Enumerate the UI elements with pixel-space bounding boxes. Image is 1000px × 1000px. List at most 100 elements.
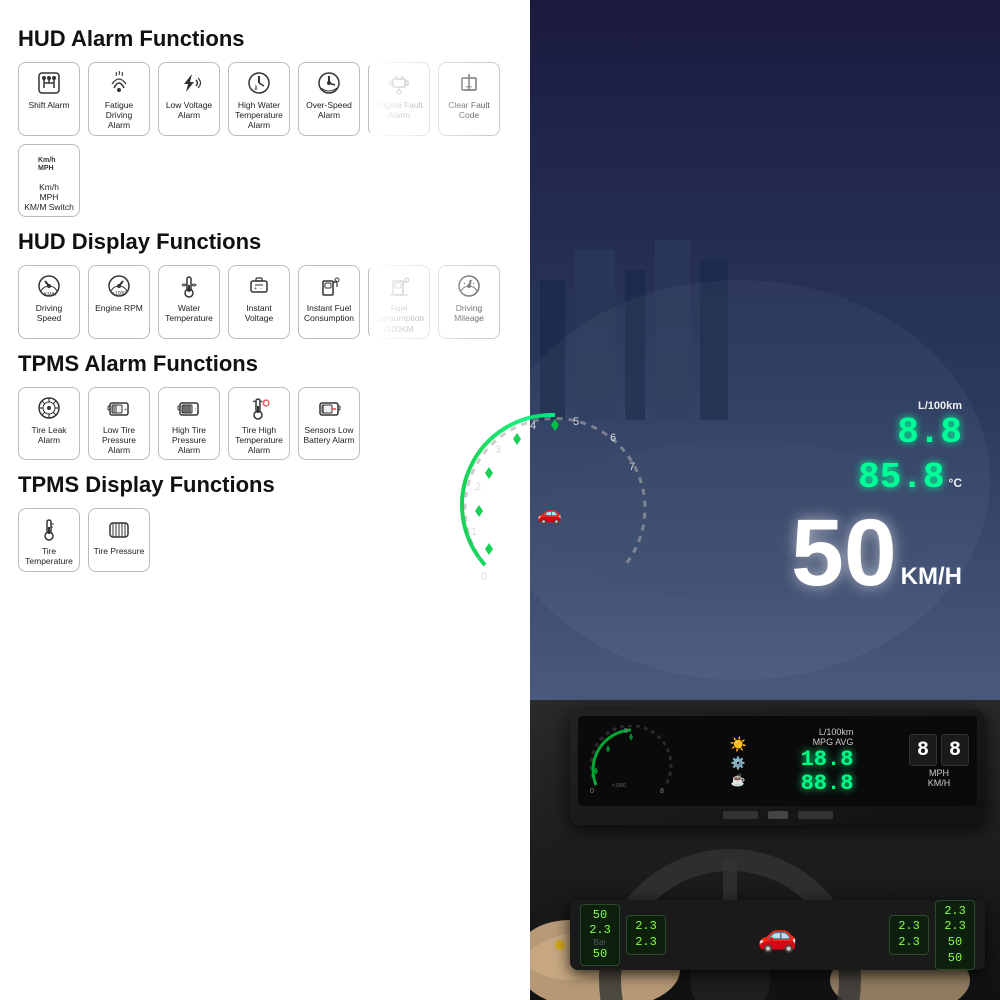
high-tire-pressure-icon: ↑ — [176, 394, 202, 422]
tire-pressure-icon — [106, 515, 132, 543]
km-switch-label: Km/hMPHKM/M Switch — [24, 182, 74, 213]
tpms-rr-bar2: 50 — [942, 951, 968, 967]
high-tire-pressure-item: ↑ High TirePressure Alarm — [158, 387, 220, 461]
instant-fuel-item: Instant FuelConsumption — [298, 265, 360, 339]
engine-rpm-item: ×1000 Engine RPM — [88, 265, 150, 339]
water-temp-icon — [176, 272, 202, 300]
low-voltage-icon — [176, 69, 202, 97]
tire-high-temp-label: Tire HighTemperature Alarm — [233, 425, 285, 456]
tpms-fr-val: 2.3 — [633, 919, 659, 935]
tpms-fl-bar: 50 — [587, 908, 613, 924]
svg-text:5: 5 — [624, 728, 628, 735]
fatigue-icon — [106, 69, 132, 97]
svg-text:MPH: MPH — [38, 165, 54, 172]
svg-text:0: 0 — [481, 571, 487, 583]
hud-device: 0 5 8 ×1000 ☀️ ⚙️ ☕ L/100kmMPG AVG 18.8 … — [570, 710, 985, 825]
fatigue-label: Fatigue DrivingAlarm — [93, 100, 145, 131]
tpms-fl-bar2: 50 — [587, 947, 613, 963]
svg-text:2: 2 — [475, 481, 481, 493]
device-gauge-svg: 0 5 8 ×1000 — [586, 725, 676, 797]
speed-readout: 50 — [791, 506, 897, 601]
low-voltage-label: Low VoltageAlarm — [166, 100, 212, 120]
tire-leak-item: Tire Leak Alarm — [18, 387, 80, 461]
rpm-gauge: 0 1 2 3 4 5 6 7 🚗 — [455, 405, 655, 605]
svg-text:-: - — [260, 286, 262, 292]
driving-speed-icon: KM/H — [36, 272, 62, 300]
tire-high-temp-icon: ! — [246, 394, 272, 422]
device-fuel-display: 18.8 — [801, 749, 854, 771]
km-switch-icon: Km/h MPH — [36, 151, 62, 179]
svg-text:1: 1 — [471, 526, 477, 538]
tpms-rl-val2: 2.3 — [896, 935, 922, 951]
tpms-rl-cell: 2.3 2.3 — [889, 915, 929, 954]
tpms-fr-cell: 2.3 2.3 — [626, 915, 666, 954]
tire-temperature-icon — [36, 515, 62, 543]
svg-text:6: 6 — [610, 432, 616, 444]
engine-rpm-label: Engine RPM — [95, 303, 143, 313]
tire-leak-label: Tire Leak Alarm — [23, 425, 75, 445]
driving-speed-item: KM/H Driving Speed — [18, 265, 80, 339]
svg-text:4: 4 — [530, 420, 536, 432]
tpms-bottom-module: 50 2.3 Bar 50 2.3 2.3 🚗 2.3 2.3 2.3 2.3 … — [570, 900, 985, 970]
tpms-fr-val2: 2.3 — [633, 935, 659, 951]
engine-rpm-icon: ×1000 — [106, 272, 132, 300]
tpms-fl-val: 2.3 — [587, 923, 613, 939]
tpms-rr-val2: 2.3 — [942, 919, 968, 935]
over-speed-label: Over-SpeedAlarm — [306, 100, 352, 120]
device-btn-2[interactable] — [798, 811, 833, 819]
device-btn-m[interactable] — [768, 811, 788, 819]
svg-text:7: 7 — [629, 461, 635, 473]
tire-temperature-item: TireTemperature — [18, 508, 80, 571]
instant-voltage-icon: + - — [246, 272, 272, 300]
water-temp-label: WaterTemperature — [165, 303, 213, 323]
temp-unit-label: °C — [949, 476, 962, 490]
device-speed-unit: MPHKM/H — [928, 768, 951, 788]
tire-leak-icon — [36, 394, 62, 422]
high-tire-pressure-label: High TirePressure Alarm — [163, 425, 215, 456]
svg-text:5: 5 — [573, 416, 579, 428]
over-speed-icon — [316, 69, 342, 97]
tpms-rr-val: 2.3 — [942, 904, 968, 920]
high-water-temp-icon — [246, 69, 272, 97]
device-temp-display: 88.8 — [801, 773, 854, 795]
tpms-rr-cell: 2.3 2.3 50 50 — [935, 900, 975, 970]
hud-readout-overlay: L/100km 8.8 85.8 °C 50 KM/H — [791, 400, 962, 601]
sensor-low-battery-label: Sensors LowBattery Alarm — [303, 425, 354, 445]
water-temp-item: WaterTemperature — [158, 265, 220, 339]
low-voltage-item: Low VoltageAlarm — [158, 62, 220, 136]
temp-readout: 85.8 — [858, 457, 944, 498]
high-water-temp-label: High WaterTemperature Alarm — [233, 100, 285, 131]
svg-text:×1000: ×1000 — [112, 291, 126, 297]
device-fuel-unit: L/100kmMPG AVG — [813, 727, 854, 747]
tpms-rr-bar: 50 — [942, 935, 968, 951]
low-tire-pressure-item: + Low TirePressure Alarm — [88, 387, 150, 461]
svg-text:+: + — [254, 286, 257, 292]
instant-voltage-label: Instant Voltage — [233, 303, 285, 323]
shift-alarm-item: Shift Alarm — [18, 62, 80, 136]
svg-text:Km/h: Km/h — [38, 157, 56, 164]
device-btn-1[interactable] — [723, 811, 758, 819]
fuel-unit-label: L/100km — [791, 400, 962, 412]
tpms-rl-val: 2.3 — [896, 919, 922, 935]
tire-high-temp-item: ! Tire HighTemperature Alarm — [228, 387, 290, 461]
device-speed-digit2: 8 — [941, 734, 969, 766]
low-tire-pressure-icon: + — [106, 394, 132, 422]
svg-text:🚗: 🚗 — [537, 503, 562, 525]
fatigue-driving-item: Fatigue DrivingAlarm — [88, 62, 150, 136]
instant-fuel-label: Instant FuelConsumption — [304, 303, 354, 323]
shift-alarm-label: Shift Alarm — [28, 100, 69, 110]
tire-pressure-item: Tire Pressure — [88, 508, 150, 571]
instant-voltage-item: + - Instant Voltage — [228, 265, 290, 339]
driving-speed-label: Driving Speed — [23, 303, 75, 323]
low-tire-pressure-label: Low TirePressure Alarm — [93, 425, 145, 456]
km-switch-item: Km/h MPH Km/hMPHKM/M Switch — [18, 144, 80, 218]
svg-text:0: 0 — [590, 788, 594, 795]
tire-pressure-label: Tire Pressure — [94, 546, 145, 556]
over-speed-item: Over-SpeedAlarm — [298, 62, 360, 136]
instant-fuel-icon — [316, 272, 342, 300]
speed-unit-label: KM/H — [901, 563, 962, 591]
fuel-readout: 8.8 — [897, 412, 962, 453]
svg-text:×1000: ×1000 — [612, 783, 626, 789]
sensor-low-battery-icon — [316, 394, 342, 422]
svg-text:KM/H: KM/H — [44, 292, 57, 298]
